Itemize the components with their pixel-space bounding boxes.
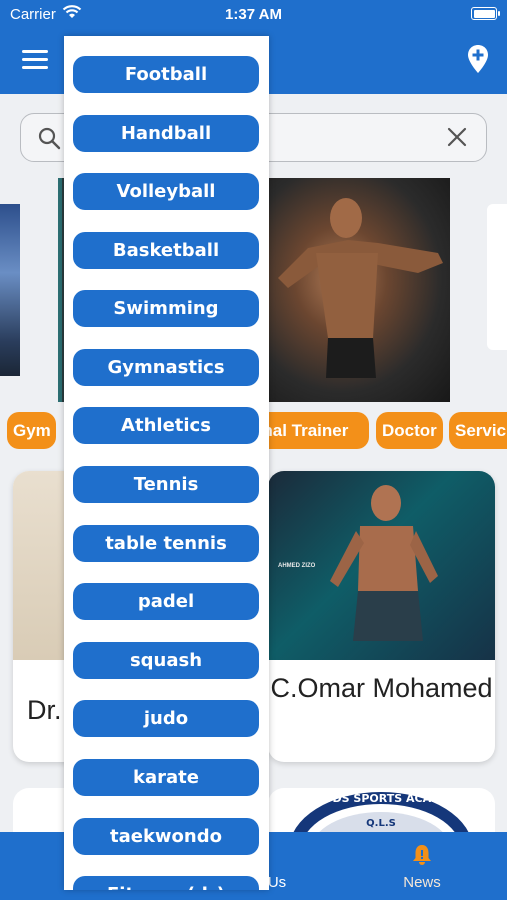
sports-dropdown-menu: Football Handball Volleyball Basketball … bbox=[64, 36, 269, 890]
clear-search-icon[interactable] bbox=[446, 126, 468, 148]
category-chip-services[interactable]: Servic bbox=[449, 412, 507, 449]
sport-option-karate[interactable]: karate bbox=[73, 759, 259, 796]
search-icon bbox=[38, 127, 61, 150]
status-time: 1:37 AM bbox=[225, 6, 282, 23]
bell-icon bbox=[413, 845, 431, 865]
svg-text:Q.L.S: Q.L.S bbox=[366, 818, 396, 829]
banner-slide-previous[interactable] bbox=[0, 204, 20, 376]
sport-option-gymnastics[interactable]: Gymnastics bbox=[73, 349, 259, 386]
sport-option-taekwondo[interactable]: taekwondo bbox=[73, 818, 259, 855]
sport-option-tennis[interactable]: Tennis bbox=[73, 466, 259, 503]
sport-option-football[interactable]: Football bbox=[73, 56, 259, 93]
sport-option-athletics[interactable]: Athletics bbox=[73, 407, 259, 444]
sport-option-basketball[interactable]: Basketball bbox=[73, 232, 259, 269]
provider-card[interactable]: AHMED ZIZO C.Omar Mohamed bbox=[268, 471, 495, 762]
status-bar: Carrier 1:37 AM bbox=[0, 0, 507, 28]
sport-option-judo[interactable]: judo bbox=[73, 700, 259, 737]
sport-option-handball[interactable]: Handball bbox=[73, 115, 259, 152]
provider-photo: AHMED ZIZO bbox=[268, 471, 495, 660]
tab-news[interactable]: News bbox=[367, 832, 477, 900]
sport-option-padel[interactable]: padel bbox=[73, 583, 259, 620]
sport-option-volleyball[interactable]: Volleyball bbox=[73, 173, 259, 210]
sport-option-swimming[interactable]: Swimming bbox=[73, 290, 259, 327]
tab-news-label: News bbox=[403, 874, 441, 891]
banner-accent-bar bbox=[58, 178, 62, 402]
banner-photo-bodybuilder bbox=[268, 178, 450, 402]
battery-icon bbox=[471, 7, 500, 20]
provider-name: C.Omar Mohamed bbox=[270, 673, 493, 703]
sport-option-fitness[interactable]: Fitness (dr) bbox=[73, 876, 259, 890]
hamburger-menu-icon[interactable] bbox=[22, 50, 48, 70]
sport-option-squash[interactable]: squash bbox=[73, 642, 259, 679]
svg-text:QUDS SPORTS ACADE: QUDS SPORTS ACADE bbox=[314, 792, 447, 805]
photo-watermark: AHMED ZIZO bbox=[278, 563, 316, 569]
add-location-icon[interactable] bbox=[467, 44, 489, 74]
category-chip-gym[interactable]: Gym bbox=[7, 412, 56, 449]
banner-slide-next[interactable] bbox=[487, 204, 507, 350]
sport-option-table-tennis[interactable]: table tennis bbox=[73, 525, 259, 562]
category-chip-personal-trainer[interactable]: onal Trainer bbox=[252, 412, 369, 449]
category-chip-doctor[interactable]: Doctor bbox=[376, 412, 443, 449]
